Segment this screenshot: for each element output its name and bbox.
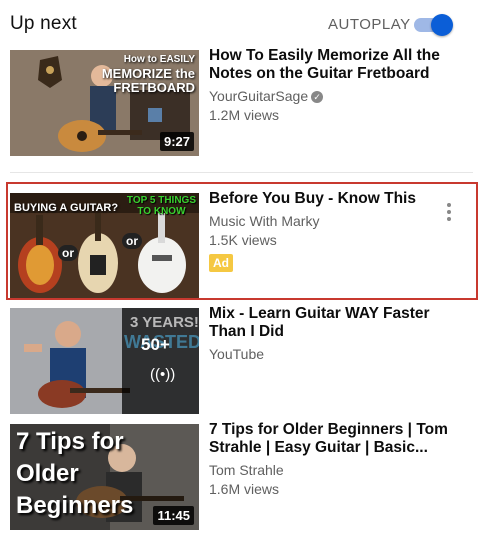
up-next-title: Up next bbox=[10, 13, 77, 34]
video-info: Mix - Learn Guitar WAY Faster Than I Did… bbox=[209, 305, 449, 364]
ad-badge: Ad bbox=[209, 254, 233, 272]
video-title[interactable]: Mix - Learn Guitar WAY Faster Than I Did bbox=[209, 305, 449, 341]
video-item-7-tips-older-beginners[interactable]: 7 Tips for Older Beginners 11:45 7 Tips … bbox=[10, 421, 483, 532]
thumbnail-text: 7 Tips for Older Beginners bbox=[16, 426, 133, 522]
video-item-before-you-buy[interactable]: BUYING A GUITAR? TOP 5 THINGS TO KNOW or… bbox=[10, 190, 483, 301]
thumbnail-text: How to EASILY MEMORIZE the FRETBOARD bbox=[102, 53, 195, 95]
mix-count: 50+ bbox=[141, 335, 170, 354]
video-item-memorize-fretboard[interactable]: How to EASILY MEMORIZE the FRETBOARD 9:2… bbox=[10, 47, 483, 158]
channel-name[interactable]: Music With Marky bbox=[209, 212, 449, 231]
more-options-dot bbox=[447, 217, 451, 221]
video-duration: 11:45 bbox=[153, 506, 194, 525]
channel-name[interactable]: Tom Strahle bbox=[209, 461, 449, 480]
more-options-dot bbox=[447, 210, 451, 214]
thumbnail-text-line: BUYING A GUITAR? bbox=[14, 202, 119, 214]
video-item-mix-learn-guitar[interactable]: 3 YEARS! WASTED 50+ ((•)) Mix - Learn Gu… bbox=[10, 305, 483, 416]
video-title[interactable]: 7 Tips for Older Beginners | Tom Strahle… bbox=[209, 421, 449, 457]
thumbnail-text-line: MEMORIZE the bbox=[101, 66, 195, 81]
section-divider bbox=[10, 172, 473, 173]
channel-name[interactable]: YouTube bbox=[209, 345, 449, 364]
verified-check-icon: ✓ bbox=[311, 91, 324, 104]
channel-row: YourGuitarSage ✓ bbox=[209, 87, 449, 106]
thumbnail-text-line: Beginners bbox=[16, 492, 134, 519]
view-count: 1.5K views bbox=[209, 232, 277, 248]
video-thumbnail[interactable]: How to EASILY MEMORIZE the FRETBOARD 9:2… bbox=[10, 50, 199, 156]
video-thumbnail[interactable]: 3 YEARS! WASTED 50+ ((•)) bbox=[10, 308, 199, 414]
more-options-icon[interactable] bbox=[441, 201, 457, 225]
video-title[interactable]: How To Easily Memorize All the Notes on … bbox=[209, 47, 449, 83]
more-options-dot bbox=[447, 203, 451, 207]
thumbnail-text-line: TOP 5 THINGS bbox=[126, 195, 196, 206]
video-info: How To Easily Memorize All the Notes on … bbox=[209, 47, 449, 125]
video-info: Before You Buy - Know This Music With Ma… bbox=[209, 190, 449, 272]
mix-broadcast-icon: ((•)) bbox=[150, 366, 176, 383]
view-count: 1.2M views bbox=[209, 107, 280, 123]
video-thumbnail[interactable]: 7 Tips for Older Beginners 11:45 bbox=[10, 424, 199, 530]
thumbnail-text-line: Older bbox=[16, 460, 79, 487]
thumbnail-text: TOP 5 THINGS TO KNOW bbox=[127, 195, 196, 217]
thumbnail-text-line: How to EASILY bbox=[123, 54, 195, 65]
thumbnail-text-line: or bbox=[122, 233, 142, 249]
video-title[interactable]: Before You Buy - Know This bbox=[209, 190, 449, 208]
up-next-header: Up next AUTOPLAY bbox=[10, 0, 483, 46]
video-info: 7 Tips for Older Beginners | Tom Strahle… bbox=[209, 421, 449, 499]
thumbnail-text-line: or bbox=[58, 245, 78, 261]
thumbnail-text-line: 7 Tips for bbox=[16, 428, 124, 455]
channel-name[interactable]: YourGuitarSage bbox=[209, 88, 308, 104]
autoplay-toggle[interactable] bbox=[414, 14, 453, 36]
thumbnail-text-line: FRETBOARD bbox=[113, 80, 195, 95]
video-duration: 9:27 bbox=[159, 132, 194, 151]
thumbnail-text-line: 3 YEARS! bbox=[130, 314, 199, 331]
view-count: 1.6M views bbox=[209, 481, 280, 497]
thumbnail-text-line: TO KNOW bbox=[137, 206, 186, 217]
autoplay-label: AUTOPLAY bbox=[328, 16, 411, 33]
autoplay-toggle-knob bbox=[431, 14, 453, 36]
video-thumbnail[interactable]: BUYING A GUITAR? TOP 5 THINGS TO KNOW or… bbox=[10, 193, 199, 299]
